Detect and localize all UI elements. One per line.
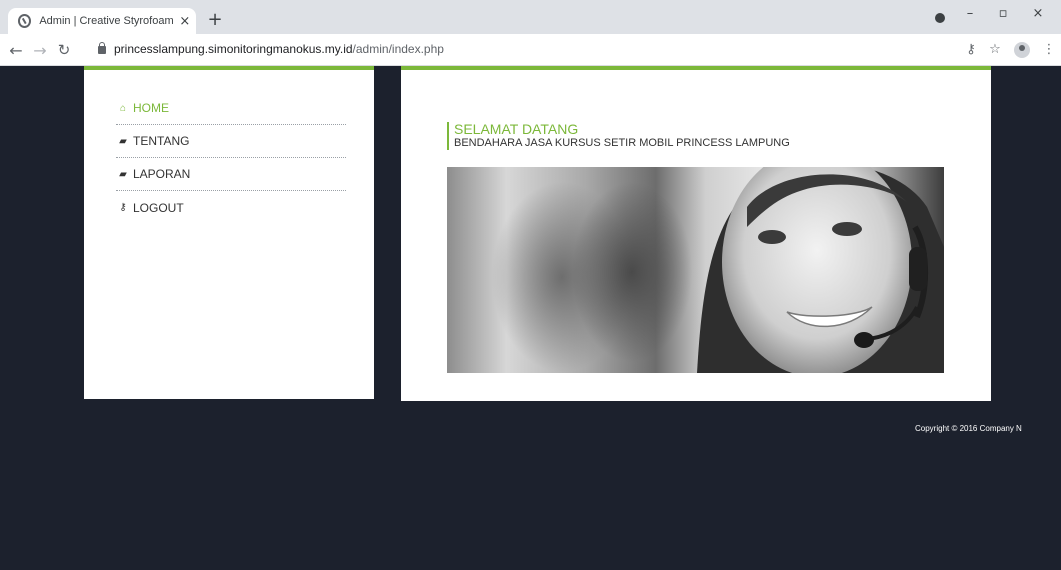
sidebar-item-label: TENTANG xyxy=(133,134,190,148)
page-title: SELAMAT DATANG xyxy=(454,121,579,137)
url-field[interactable]: princesslampung.simonitoringmanokus.my.i… xyxy=(114,42,444,56)
tab-title: Admin | Creative Styrofoam xyxy=(39,15,174,27)
url-host: princesslampung.simonitoringmanokus.my.i… xyxy=(114,42,353,56)
home-icon: ⌂ xyxy=(119,102,127,114)
page-subtitle: BENDAHARA JASA KURSUS SETIR MOBIL PRINCE… xyxy=(454,137,790,149)
back-icon[interactable]: ← xyxy=(6,41,26,60)
key-icon: ⚷ xyxy=(119,202,127,213)
restore-button[interactable]: ▫ xyxy=(993,6,1013,21)
url-path: /admin/index.php xyxy=(352,42,444,56)
hero-image xyxy=(447,167,944,373)
sidebar-item-laporan[interactable]: ▰ LAPORAN xyxy=(116,158,346,191)
minimize-button[interactable]: – xyxy=(960,6,980,21)
reload-icon[interactable]: ↻ xyxy=(54,41,74,59)
more-menu-icon[interactable]: ⋮ xyxy=(1040,42,1058,57)
welcome-heading: SELAMAT DATANG BENDAHARA JASA KURSUS SET… xyxy=(447,122,790,150)
sidebar-item-label: LAPORAN xyxy=(133,167,191,181)
book-icon: ▰ xyxy=(119,168,127,180)
sidebar-item-home[interactable]: ⌂ HOME xyxy=(116,92,346,125)
sidebar-item-label: LOGOUT xyxy=(133,200,184,215)
address-bar: ← → ↻ princesslampung.simonitoringmanoku… xyxy=(0,34,1061,66)
lock-icon[interactable] xyxy=(98,42,106,54)
forward-icon[interactable]: → xyxy=(30,41,50,60)
browser-tab[interactable]: Admin | Creative Styrofoam × xyxy=(8,8,196,34)
sidebar-item-label: HOME xyxy=(133,101,169,115)
sidebar-item-logout[interactable]: ⚷ LOGOUT xyxy=(116,191,346,224)
page-content: ⌂ HOME ▰ TENTANG ▰ LAPORAN ⚷ LOGOUT SELA… xyxy=(8,66,1061,570)
hero-illustration xyxy=(492,167,944,373)
sidebar: ⌂ HOME ▰ TENTANG ▰ LAPORAN ⚷ LOGOUT xyxy=(84,66,374,399)
new-tab-button[interactable]: + xyxy=(204,9,226,30)
avatar[interactable] xyxy=(1014,42,1030,58)
main-panel: SELAMAT DATANG BENDAHARA JASA KURSUS SET… xyxy=(401,66,991,401)
key-icon[interactable]: ⚷ xyxy=(962,42,980,57)
profile-menu-icon[interactable] xyxy=(935,13,945,23)
globe-icon xyxy=(18,14,32,28)
sidebar-item-tentang[interactable]: ▰ TENTANG xyxy=(116,125,346,158)
book-icon: ▰ xyxy=(119,135,127,147)
star-icon[interactable]: ☆ xyxy=(986,42,1004,57)
close-window-button[interactable]: × xyxy=(1028,6,1048,21)
sidebar-menu: ⌂ HOME ▰ TENTANG ▰ LAPORAN ⚷ LOGOUT xyxy=(116,92,346,224)
tab-close-button[interactable]: × xyxy=(174,14,196,29)
browser-tab-bar: Admin | Creative Styrofoam × + – ▫ × xyxy=(0,0,1061,34)
footer-copyright: Copyright © 2016 Company N xyxy=(915,424,1022,433)
